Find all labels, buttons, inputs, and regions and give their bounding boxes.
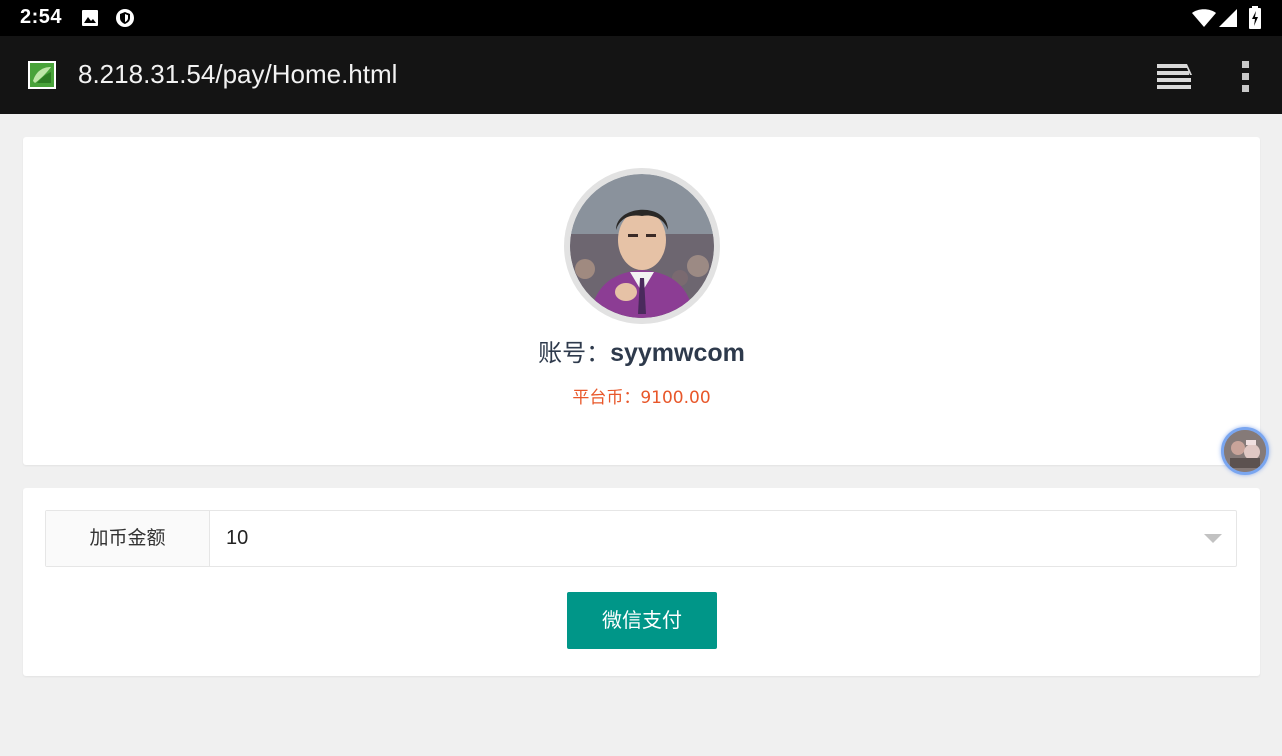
avatar bbox=[564, 168, 720, 324]
profile-card: 账号：syymwcom 平台币：9100.00 bbox=[23, 137, 1260, 465]
site-favicon-icon bbox=[28, 61, 56, 89]
amount-form-row: 加币金额 10 bbox=[45, 510, 1237, 567]
more-vert-icon[interactable] bbox=[1232, 56, 1260, 96]
shield-icon bbox=[115, 8, 135, 32]
battery-charging-icon bbox=[1248, 6, 1262, 34]
amount-select-value: 10 bbox=[226, 527, 249, 549]
payment-card: 加币金额 10 微信支付 bbox=[23, 488, 1260, 676]
amount-select[interactable]: 10 bbox=[210, 511, 1236, 566]
wechat-pay-button[interactable]: 微信支付 bbox=[567, 592, 717, 649]
wifi-icon bbox=[1191, 8, 1217, 32]
status-time: 2:54 bbox=[20, 6, 63, 28]
floating-bubble-avatar-icon bbox=[1224, 430, 1266, 472]
chevron-down-icon bbox=[1204, 534, 1222, 543]
address-bar-url[interactable]: 8.218.31.54/pay/Home.html bbox=[78, 59, 397, 90]
account-value: syymwcom bbox=[610, 339, 745, 367]
tabs-stack-icon[interactable] bbox=[1154, 60, 1194, 92]
platform-coins-balance: 平台币：9100.00 bbox=[572, 388, 711, 408]
image-notification-icon bbox=[81, 9, 99, 31]
cell-signal-icon bbox=[1218, 8, 1238, 32]
account-label: 账号： bbox=[538, 339, 611, 367]
floating-bubble[interactable] bbox=[1221, 427, 1269, 475]
amount-label: 加币金额 bbox=[46, 511, 210, 566]
status-bar: 2:54 bbox=[0, 0, 1282, 36]
account-line: 账号：syymwcom bbox=[23, 333, 1260, 368]
browser-toolbar: 8.218.31.54/pay/Home.html bbox=[0, 36, 1282, 114]
